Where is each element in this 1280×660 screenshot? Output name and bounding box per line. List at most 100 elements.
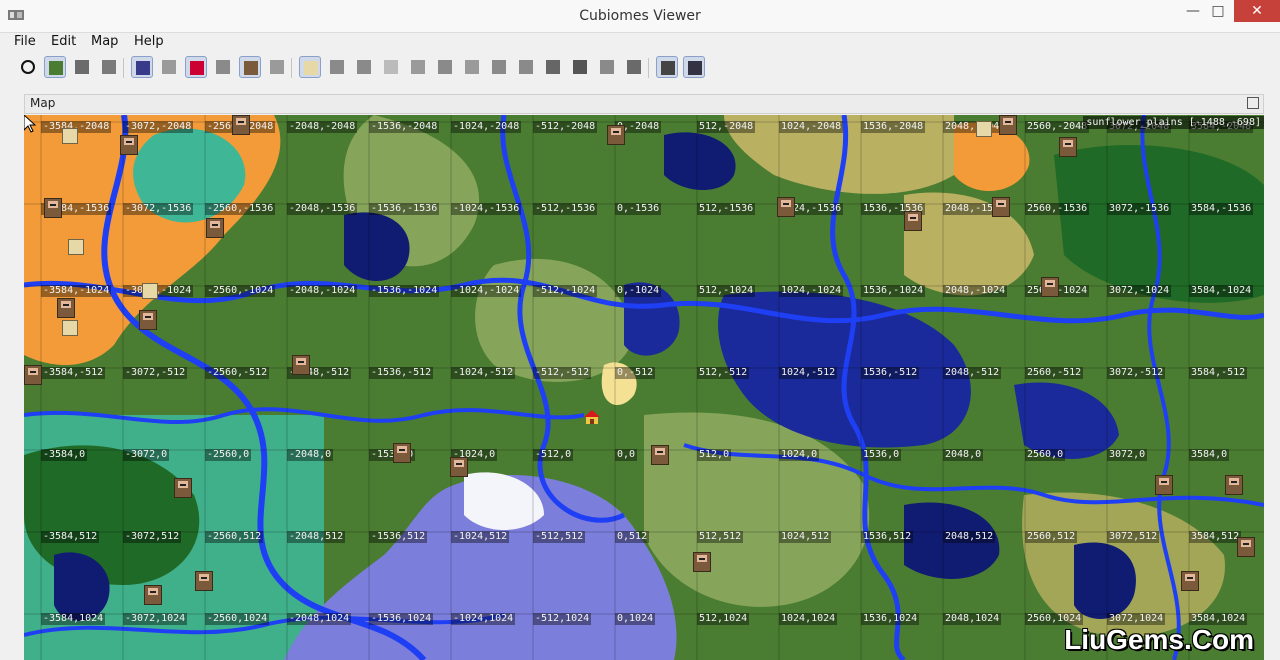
grid-coordinate-label: -512,-1024 bbox=[533, 285, 598, 297]
grid-coordinate-label: -1024,-1024 bbox=[451, 285, 522, 297]
village-icon[interactable] bbox=[651, 445, 669, 465]
grid-coordinate-label: -512,-1536 bbox=[533, 203, 598, 215]
spawn-button[interactable] bbox=[185, 56, 207, 78]
bastion-button[interactable] bbox=[683, 56, 705, 78]
grid-coordinate-label: 3072,-512 bbox=[1107, 367, 1166, 379]
village-icon[interactable] bbox=[1225, 475, 1243, 495]
village-icon[interactable] bbox=[139, 310, 157, 330]
village-icon[interactable] bbox=[777, 197, 795, 217]
village-icon[interactable] bbox=[999, 115, 1017, 135]
desert-pyramid-icon[interactable] bbox=[142, 283, 158, 299]
village-icon[interactable] bbox=[292, 355, 310, 375]
village-icon[interactable] bbox=[24, 365, 42, 385]
villages-button[interactable] bbox=[239, 56, 261, 78]
toolbar bbox=[0, 52, 1280, 86]
village-icon[interactable] bbox=[607, 125, 625, 145]
spawn-icon bbox=[190, 61, 204, 75]
menu-map[interactable]: Map bbox=[91, 34, 118, 49]
grid-coordinate-label: -1536,-512 bbox=[369, 367, 434, 379]
outpost-button[interactable] bbox=[542, 56, 564, 78]
ocean-monument-button[interactable] bbox=[407, 56, 429, 78]
layer-biome-button[interactable] bbox=[44, 56, 66, 78]
desert-pyramid-icon bbox=[304, 61, 318, 75]
desert-pyramid-icon[interactable] bbox=[976, 121, 992, 137]
village-icon[interactable] bbox=[904, 211, 922, 231]
village-icon[interactable] bbox=[450, 457, 468, 477]
geode-button[interactable] bbox=[596, 56, 618, 78]
desert-pyramid-icon[interactable] bbox=[62, 320, 78, 336]
village-icon[interactable] bbox=[992, 197, 1010, 217]
grid-coordinate-label: 1024,512 bbox=[779, 531, 832, 543]
grid-coordinate-label: 2048,0 bbox=[943, 449, 984, 461]
grid-coordinate-label: 3584,-512 bbox=[1189, 367, 1248, 379]
spawn-icon[interactable] bbox=[584, 410, 600, 424]
village-icon[interactable] bbox=[144, 585, 162, 605]
close-button[interactable]: ✕ bbox=[1234, 0, 1280, 22]
layer-height-button[interactable] bbox=[71, 56, 93, 78]
village-icon[interactable] bbox=[393, 443, 411, 463]
woodland-mansion-button[interactable] bbox=[515, 56, 537, 78]
igloo-button[interactable] bbox=[380, 56, 402, 78]
grid-button[interactable] bbox=[131, 56, 153, 78]
grid-coordinate-label: -3584,-1024 bbox=[41, 285, 112, 297]
ruined-portal-button[interactable] bbox=[569, 56, 591, 78]
grid-coordinate-label: -512,0 bbox=[533, 449, 574, 461]
grid-coordinate-label: -1536,-1024 bbox=[369, 285, 440, 297]
grid-icon bbox=[136, 61, 150, 75]
igloo-icon bbox=[384, 60, 398, 74]
grid-coordinate-label: -1024,-1536 bbox=[451, 203, 522, 215]
shipwreck-button[interactable] bbox=[434, 56, 456, 78]
village-icon[interactable] bbox=[120, 135, 138, 155]
layer-biome-icon bbox=[49, 61, 63, 75]
village-icon[interactable] bbox=[1041, 277, 1059, 297]
layer-height-icon bbox=[75, 60, 89, 74]
desert-pyramid-icon[interactable] bbox=[68, 239, 84, 255]
mineshafts-button[interactable] bbox=[266, 56, 288, 78]
map-view[interactable]: -3584,-2048-3072,-2048-2560,-2048-2048,-… bbox=[24, 115, 1264, 660]
biome-readout: sunflower_plains [-1488,-698] bbox=[1083, 116, 1264, 129]
menu-file[interactable]: File bbox=[14, 34, 36, 49]
desert-pyramid-button[interactable] bbox=[299, 56, 321, 78]
menu-help[interactable]: Help bbox=[134, 34, 164, 49]
nether-fortress-button[interactable] bbox=[656, 56, 678, 78]
village-icon[interactable] bbox=[232, 115, 250, 135]
grid-coordinate-label: -2560,0 bbox=[205, 449, 252, 461]
grid-coordinate-label: 0,-512 bbox=[615, 367, 656, 379]
buried-treasure-button[interactable] bbox=[488, 56, 510, 78]
grid-coordinate-label: 3584,0 bbox=[1189, 449, 1230, 461]
grid-coordinate-label: 3072,0 bbox=[1107, 449, 1148, 461]
title-bar: Cubiomes Viewer — □ ✕ bbox=[0, 0, 1280, 33]
jungle-temple-button[interactable] bbox=[326, 56, 348, 78]
grid-coordinate-label: -3584,1024 bbox=[41, 613, 106, 625]
grid-coordinate-label: -512,512 bbox=[533, 531, 586, 543]
layer-shaded-button[interactable] bbox=[98, 56, 120, 78]
village-icon[interactable] bbox=[206, 218, 224, 238]
village-icon[interactable] bbox=[195, 571, 213, 591]
village-icon[interactable] bbox=[44, 198, 62, 218]
grid-coordinate-label: 1536,512 bbox=[861, 531, 914, 543]
minimize-button[interactable]: — bbox=[1186, 0, 1200, 24]
locate-crosshair-button[interactable] bbox=[17, 56, 39, 78]
village-icon[interactable] bbox=[693, 552, 711, 572]
maximize-button[interactable]: □ bbox=[1211, 0, 1225, 24]
menu-edit[interactable]: Edit bbox=[51, 34, 76, 49]
ancient-city-button[interactable] bbox=[623, 56, 645, 78]
grid-coordinate-label: 1024,-512 bbox=[779, 367, 838, 379]
village-icon[interactable] bbox=[1181, 571, 1199, 591]
grid-coordinate-label: 2048,-1024 bbox=[943, 285, 1008, 297]
map-dock-header: Map bbox=[24, 94, 1264, 114]
strongholds-button[interactable] bbox=[212, 56, 234, 78]
village-icon[interactable] bbox=[1237, 537, 1255, 557]
ocean-ruin-button[interactable] bbox=[461, 56, 483, 78]
slime-chunks-button[interactable] bbox=[158, 56, 180, 78]
village-icon[interactable] bbox=[57, 298, 75, 318]
village-icon[interactable] bbox=[1155, 475, 1173, 495]
desert-pyramid-icon[interactable] bbox=[62, 128, 78, 144]
dock-float-icon[interactable] bbox=[1247, 97, 1259, 109]
village-icon[interactable] bbox=[174, 478, 192, 498]
nether-fortress-icon bbox=[661, 61, 675, 75]
villages-icon bbox=[244, 61, 258, 75]
swamp-hut-button[interactable] bbox=[353, 56, 375, 78]
grid-coordinate-label: 2048,512 bbox=[943, 531, 996, 543]
village-icon[interactable] bbox=[1059, 137, 1077, 157]
